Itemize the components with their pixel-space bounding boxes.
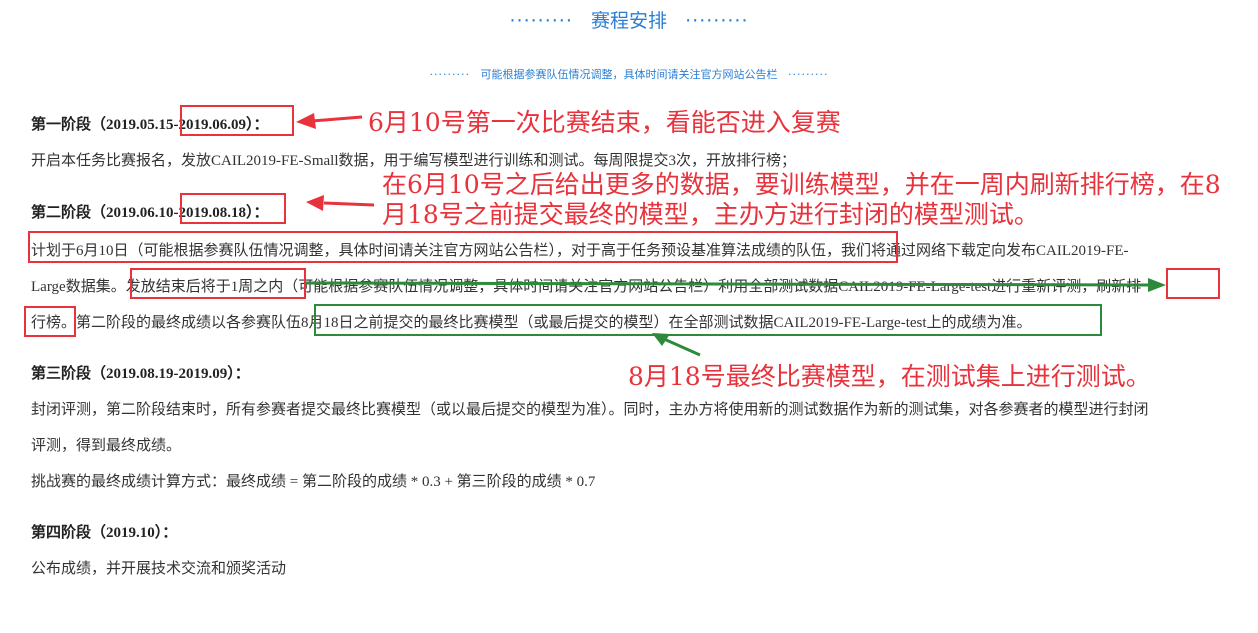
arrow-note3 (652, 333, 701, 357)
arrow-note2 (306, 195, 375, 211)
annotation-note-3: 8月18号最终比赛模型，在测试集上进行测试。 (628, 362, 1151, 391)
annotation-note-2: 在6月10号之后给出更多的数据，要训练模型，并在一周内刷新排行榜，在8月18号之… (382, 170, 1221, 229)
arrow-green-refresh (305, 278, 1166, 292)
annotation-arrows (296, 113, 1166, 357)
annotation-note-1: 6月10号第一次比赛结束，看能否进入复赛 (368, 108, 841, 137)
arrow-note1 (296, 113, 363, 129)
